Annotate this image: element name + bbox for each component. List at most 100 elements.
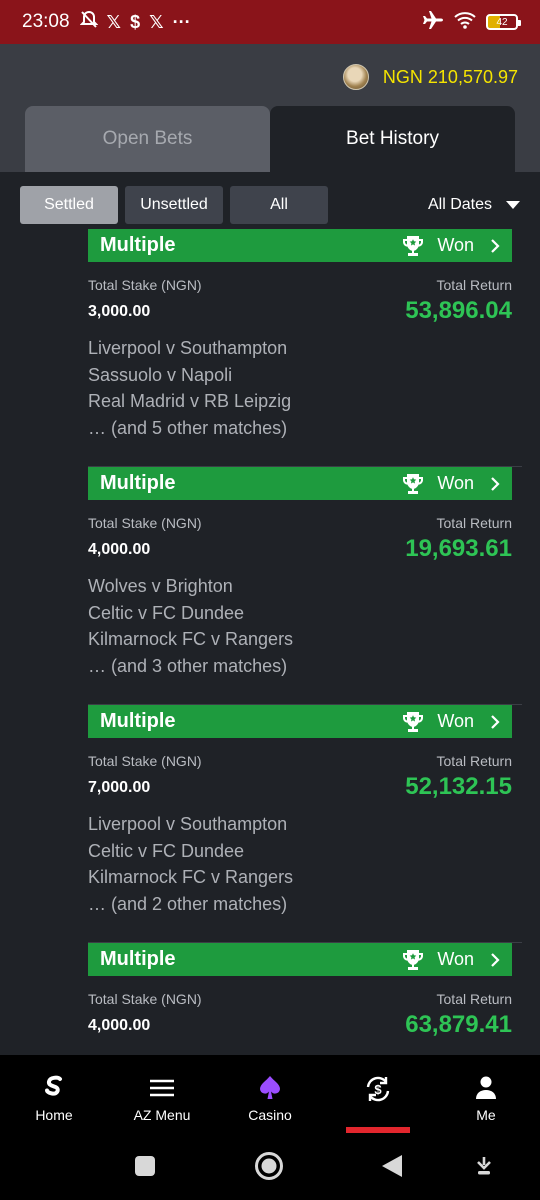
tab-open-bets[interactable]: Open Bets — [25, 106, 270, 172]
return-label: Total Return — [436, 277, 512, 293]
match-list: Wolves v Brighton Celtic v FC Dundee Kil… — [88, 573, 293, 679]
battery-icon: 42 — [486, 14, 521, 30]
return-value: 19,693.61 — [405, 535, 512, 562]
match-item: Kilmarnock FC v Rangers — [88, 629, 294, 649]
bet-card[interactable]: Multiple Won Total Stake (NGN) Total Ret… — [0, 943, 540, 1055]
stake-label: Total Stake (NGN) — [88, 277, 202, 293]
stake-value: 7,000.00 — [88, 779, 151, 796]
status-bar: 23:08 𝕏 $ 𝕏 ··· 42 — [0, 0, 540, 44]
sportybet-logo-icon — [45, 1075, 62, 1096]
bets-tabs: Open Bets Bet History — [0, 106, 540, 172]
bet-status: Won — [401, 473, 500, 495]
trophy-icon — [403, 949, 424, 970]
nav-bet-history[interactable]: $ — [324, 1055, 432, 1135]
bet-status: Won — [401, 949, 500, 971]
bet-card-header[interactable]: Multiple Won — [88, 229, 512, 262]
bet-history-dollar-icon: $ — [366, 1076, 390, 1102]
bet-status: Won — [401, 711, 500, 733]
bet-card[interactable]: Multiple Won Total Stake (NGN) Total Ret… — [0, 229, 540, 467]
chevron-right-icon — [491, 714, 500, 729]
bet-status: Won — [401, 235, 500, 257]
bet-type: Multiple — [100, 234, 176, 256]
bet-status-label: Won — [437, 949, 474, 969]
filter-all-button[interactable]: All — [230, 186, 328, 224]
bottom-nav: Home AZ Menu Casino $ Me — [0, 1055, 540, 1135]
bet-status-label: Won — [437, 473, 474, 493]
caret-down-icon — [506, 201, 520, 209]
hamburger-menu-icon — [150, 1079, 174, 1097]
filter-bar: Settled Unsettled All All Dates — [0, 172, 540, 234]
bet-card-header[interactable]: Multiple Won — [88, 705, 512, 738]
tab-bet-history[interactable]: Bet History — [270, 106, 515, 172]
nav-home[interactable]: Home — [0, 1055, 108, 1135]
trophy-icon — [403, 473, 424, 494]
nav-az-menu[interactable]: AZ Menu — [108, 1055, 216, 1135]
balance-area[interactable]: NGN 210,570.97 — [342, 64, 518, 90]
match-item: Real Madrid v RB Leipzig — [88, 391, 292, 411]
nav-home-label: Home — [35, 1107, 73, 1123]
match-list: Liverpool v Southampton Sassuolo v Napol… — [88, 335, 291, 441]
bet-card[interactable]: Multiple Won Total Stake (NGN) Total Ret… — [0, 467, 540, 705]
filter-unsettled-button[interactable]: Unsettled — [125, 186, 223, 224]
avatar[interactable] — [342, 64, 369, 90]
spade-icon — [260, 1076, 280, 1099]
match-list: Liverpool v Southampton Celtic v FC Dund… — [88, 811, 293, 917]
stake-value: 3,000.00 — [88, 303, 151, 320]
nav-az-menu-label: AZ Menu — [133, 1107, 191, 1123]
bell-muted-icon — [79, 10, 98, 35]
nav-me-label: Me — [476, 1107, 496, 1123]
bet-type: Multiple — [100, 710, 176, 732]
stake-value: 4,000.00 — [88, 1017, 151, 1034]
bet-history-list[interactable]: Multiple Won Total Stake (NGN) Total Ret… — [0, 229, 540, 1055]
back-triangle-icon[interactable] — [380, 1153, 404, 1179]
person-icon — [476, 1076, 496, 1099]
match-item: Celtic v FC Dundee — [88, 602, 245, 623]
bet-card-header[interactable]: Multiple Won — [88, 467, 512, 500]
match-item: Kilmarnock FC v Rangers — [88, 867, 294, 887]
date-filter-value: All Dates — [427, 196, 492, 213]
match-item: Liverpool v Southampton — [88, 814, 288, 834]
x-app-icon: 𝕏 — [106, 11, 122, 32]
return-value: 63,879.41 — [405, 1011, 512, 1038]
status-time: 23:08 — [22, 11, 70, 32]
nav-casino[interactable]: Casino — [216, 1055, 324, 1135]
nav-casino-label: Casino — [248, 1107, 292, 1123]
hide-nav-icon[interactable] — [474, 1155, 494, 1177]
more-notifications-icon: ··· — [172, 11, 191, 32]
system-navigation-bar — [0, 1135, 540, 1200]
return-value: 52,132.15 — [405, 773, 512, 800]
return-value: 53,896.04 — [405, 297, 512, 324]
stake-label: Total Stake (NGN) — [88, 753, 202, 769]
bet-status-label: Won — [437, 711, 474, 731]
bet-card[interactable]: Multiple Won Total Stake (NGN) Total Ret… — [0, 705, 540, 943]
match-item: Sassuolo v Napoli — [88, 364, 233, 385]
more-matches-note: … (and 3 other matches) — [88, 655, 288, 676]
filter-settled-button[interactable]: Settled — [20, 186, 118, 224]
chevron-right-icon — [491, 476, 500, 491]
date-filter-dropdown[interactable]: All Dates — [428, 186, 520, 224]
svg-text:$: $ — [374, 1082, 382, 1097]
active-tab-indicator — [346, 1127, 410, 1133]
chevron-right-icon — [491, 952, 500, 967]
more-matches-note: … (and 5 other matches) — [88, 417, 288, 438]
bet-type: Multiple — [100, 948, 176, 970]
match-item: Liverpool v Southampton — [88, 338, 288, 358]
home-circle-icon[interactable] — [254, 1151, 284, 1181]
wifi-icon — [454, 11, 476, 34]
match-item: Wolves v Brighton — [88, 576, 233, 596]
airplane-mode-icon — [422, 10, 444, 35]
x-app-icon-2: 𝕏 — [149, 11, 164, 32]
nav-me[interactable]: Me — [432, 1055, 540, 1135]
bet-card-header[interactable]: Multiple Won — [88, 943, 512, 976]
trophy-icon — [403, 711, 424, 732]
return-label: Total Return — [436, 753, 512, 769]
match-item: Celtic v FC Dundee — [88, 840, 245, 861]
chevron-right-icon — [491, 238, 500, 253]
stake-label: Total Stake (NGN) — [88, 991, 202, 1007]
recent-apps-icon[interactable] — [134, 1155, 156, 1177]
more-matches-note: … (and 2 other matches) — [88, 893, 288, 914]
sportybet-notification-icon: $ — [130, 11, 141, 32]
bet-status-label: Won — [437, 235, 474, 255]
return-label: Total Return — [436, 515, 512, 531]
bet-type: Multiple — [100, 472, 176, 494]
